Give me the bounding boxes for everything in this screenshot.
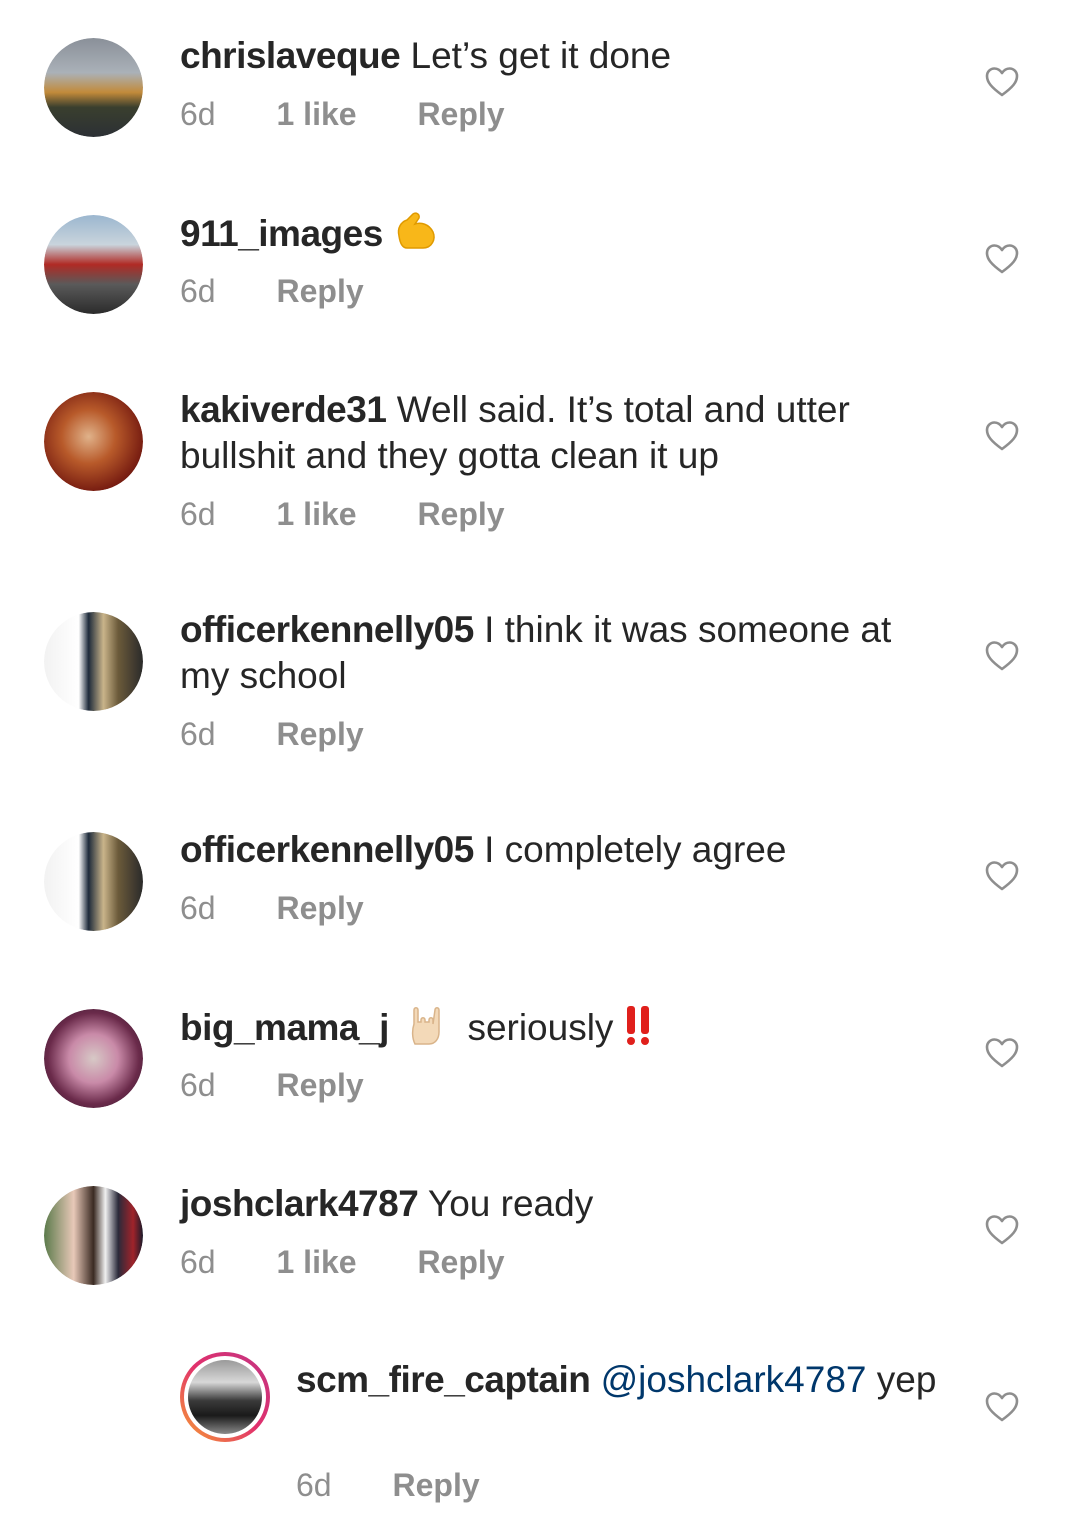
comment-time: 6d bbox=[180, 273, 216, 309]
heart-outline-icon[interactable] bbox=[985, 1037, 1019, 1069]
reply-button[interactable]: Reply bbox=[417, 96, 504, 133]
avatar[interactable] bbox=[44, 1009, 143, 1108]
comment-meta: 6d Reply bbox=[180, 890, 416, 927]
comment-body: You ready bbox=[427, 1183, 594, 1224]
heart-outline-icon[interactable] bbox=[985, 243, 1019, 275]
reply-button[interactable]: Reply bbox=[276, 1067, 363, 1104]
comment-username[interactable]: big_mama_j bbox=[180, 1007, 389, 1048]
reply-button[interactable]: Reply bbox=[276, 273, 363, 310]
comment-meta: 6d Reply bbox=[180, 1067, 416, 1104]
reply-button[interactable]: Reply bbox=[392, 1467, 479, 1504]
heart-outline-icon[interactable] bbox=[985, 860, 1019, 892]
avatar[interactable] bbox=[44, 215, 143, 314]
comment-meta: 6d Reply bbox=[180, 716, 416, 753]
comment-time: 6d bbox=[180, 1244, 216, 1280]
comment-meta: 6d 1 like Reply bbox=[180, 496, 557, 533]
comment-meta: 6d 1 like Reply bbox=[180, 1244, 557, 1281]
heart-outline-icon[interactable] bbox=[985, 1214, 1019, 1246]
comment-time: 6d bbox=[180, 496, 216, 532]
comment-likes[interactable]: 1 like bbox=[276, 1244, 356, 1281]
comment-time: 6d bbox=[180, 890, 216, 926]
flexed-biceps-icon bbox=[397, 212, 435, 249]
comment-text: 911_images bbox=[180, 210, 940, 257]
comment-username[interactable]: chrislaveque bbox=[180, 35, 401, 76]
reply-button[interactable]: Reply bbox=[417, 496, 504, 533]
mention-link[interactable]: @joshclark4787 bbox=[601, 1359, 867, 1400]
sign-of-the-horns-icon bbox=[412, 1007, 440, 1045]
reply-button[interactable]: Reply bbox=[276, 716, 363, 753]
story-ring-avatar[interactable] bbox=[180, 1352, 270, 1442]
heart-outline-icon[interactable] bbox=[985, 640, 1019, 672]
comment-time: 6d bbox=[180, 96, 216, 132]
heart-outline-icon[interactable] bbox=[985, 1391, 1019, 1423]
comment-text: joshclark4787 You ready bbox=[180, 1181, 940, 1227]
comment-username[interactable]: kakiverde31 bbox=[180, 389, 387, 430]
comment-meta: 6d 1 like Reply bbox=[180, 96, 557, 133]
comment-body: seriously bbox=[467, 1007, 614, 1048]
comment-text: officerkennelly05 I think it was someone… bbox=[180, 607, 940, 699]
avatar[interactable] bbox=[44, 38, 143, 137]
avatar[interactable] bbox=[44, 832, 143, 931]
comment-username[interactable]: officerkennelly05 bbox=[180, 829, 474, 870]
comment-body: yep bbox=[876, 1359, 937, 1400]
heart-outline-icon[interactable] bbox=[985, 420, 1019, 452]
comment-text: officerkennelly05 I completely agree bbox=[180, 827, 940, 873]
comment-text: big_mama_j seriously bbox=[180, 1004, 940, 1051]
comment-text: chrislaveque Let’s get it done bbox=[180, 33, 940, 79]
comment-username[interactable]: joshclark4787 bbox=[180, 1183, 419, 1224]
comment-likes[interactable]: 1 like bbox=[276, 96, 356, 133]
reply-button[interactable]: Reply bbox=[276, 890, 363, 927]
comment-likes[interactable]: 1 like bbox=[276, 496, 356, 533]
avatar[interactable] bbox=[44, 612, 143, 711]
comment-text: scm_fire_captain @joshclark4787 yep bbox=[296, 1357, 946, 1403]
comment-time: 6d bbox=[296, 1467, 332, 1503]
comment-body: Let’s get it done bbox=[410, 35, 672, 76]
comment-username[interactable]: officerkennelly05 bbox=[180, 609, 474, 650]
reply-button[interactable]: Reply bbox=[417, 1244, 504, 1281]
avatar[interactable] bbox=[44, 1186, 143, 1285]
comment-username[interactable]: scm_fire_captain bbox=[296, 1359, 591, 1400]
heart-outline-icon[interactable] bbox=[985, 66, 1019, 98]
comment-meta: 6d Reply bbox=[296, 1467, 532, 1504]
avatar[interactable] bbox=[44, 392, 143, 491]
comment-username[interactable]: 911_images bbox=[180, 213, 383, 254]
comment-time: 6d bbox=[180, 1067, 216, 1103]
comment-time: 6d bbox=[180, 716, 216, 752]
double-exclamation-icon bbox=[626, 1006, 649, 1045]
comment-text: kakiverde31 Well said. It’s total and ut… bbox=[180, 387, 940, 479]
comment-meta: 6d Reply bbox=[180, 273, 416, 310]
comment-body: I completely agree bbox=[484, 829, 787, 870]
